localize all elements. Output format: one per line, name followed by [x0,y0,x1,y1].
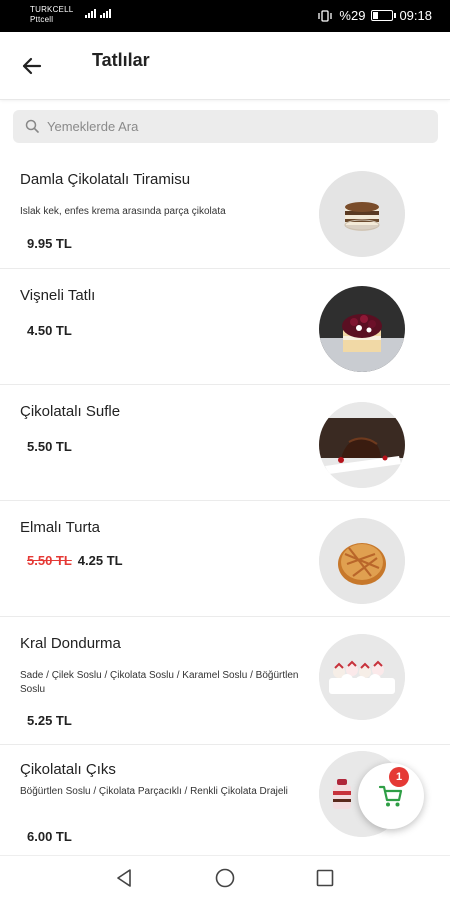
apple-pie-image [319,518,405,604]
back-button[interactable] [18,52,46,80]
price-value: 9.95 TL [27,236,72,251]
status-bar: TURKCELL Pttcell %29 09:18 [0,0,450,32]
list-item[interactable]: Damla Çikolatalı Tiramisu Islak kek, enf… [0,153,450,269]
list-item[interactable]: Çikolatalı Sufle 5.50 TL [0,385,450,501]
item-name: Elmalı Turta [20,519,101,536]
nav-back-button[interactable] [112,866,136,890]
carrier-info: TURKCELL Pttcell [30,5,73,25]
search-icon [25,119,39,133]
page-title: Tatlılar [92,50,150,70]
list-item[interactable]: Elmalı Turta 5.50 TL 4.25 TL [0,501,450,617]
item-image-tiramisu [319,171,405,257]
system-nav-bar [0,855,450,900]
item-description: Böğürtlen Soslu / Çikolata Parçacıklı / … [20,786,288,797]
item-image-souffle [319,402,405,488]
battery-icon [371,10,397,21]
status-right: %29 09:18 [317,8,432,23]
item-name: Çikolatalı Çıks [20,761,116,778]
item-price: 5.25 TL [27,713,72,728]
item-price-row: 5.50 TL 4.25 TL [27,553,123,568]
price-value: 5.25 TL [27,713,72,728]
search-input[interactable] [47,110,427,143]
battery-level [373,12,379,19]
list-item[interactable]: Kral Dondurma Sade / Çilek Soslu / Çikol… [0,617,450,745]
old-price: 5.50 TL [27,553,72,568]
item-description: Islak kek, enfes krema arasında parça çi… [20,206,226,217]
carrier-name: TURKCELL [30,5,74,14]
item-image-ice-cream [319,634,405,720]
search-bar[interactable] [13,110,438,143]
item-price: 6.00 TL [27,829,72,844]
cherry-dessert-image [319,286,405,372]
square-recents-icon [316,869,334,887]
triangle-back-icon [117,869,131,887]
item-price: 5.50 TL [27,439,72,454]
item-name: Vişneli Tatlı [20,287,96,304]
item-price: 4.50 TL [27,323,72,338]
app-bar: Tatlılar [0,32,450,100]
price-value: 4.25 TL [77,553,123,568]
vibrate-icon [318,9,333,22]
battery-percent: %29 [339,8,366,23]
arrow-left-icon [22,57,42,75]
product-list: Damla Çikolatalı Tiramisu Islak kek, enf… [0,153,450,861]
cart-count-badge: 1 [389,767,409,787]
signal-icon [85,9,111,18]
item-name: Çikolatalı Sufle [20,403,121,420]
list-item[interactable]: Vişneli Tatlı 4.50 TL [0,269,450,385]
item-name: Damla Çikolatalı Tiramisu [20,171,191,188]
circle-home-icon [215,868,235,888]
clock: 09:18 [399,8,432,23]
nav-home-button[interactable] [213,866,237,890]
item-image-cherry-dessert [319,286,405,372]
tiramisu-image [319,171,405,257]
item-image-apple-pie [319,518,405,604]
item-price: 9.95 TL [27,236,72,251]
price-value: 5.50 TL [27,439,72,454]
carrier-secondary: Pttcell [30,15,54,24]
cart-button[interactable]: 1 [358,763,424,829]
item-name: Kral Dondurma [20,635,121,652]
price-value: 4.50 TL [27,323,72,338]
item-description: Sade / Çilek Soslu / Çikolata Soslu / Ka… [20,670,299,695]
nav-recents-button[interactable] [313,866,337,890]
price-value: 6.00 TL [27,829,72,844]
ice-cream-image [319,634,405,720]
souffle-image [319,402,405,488]
